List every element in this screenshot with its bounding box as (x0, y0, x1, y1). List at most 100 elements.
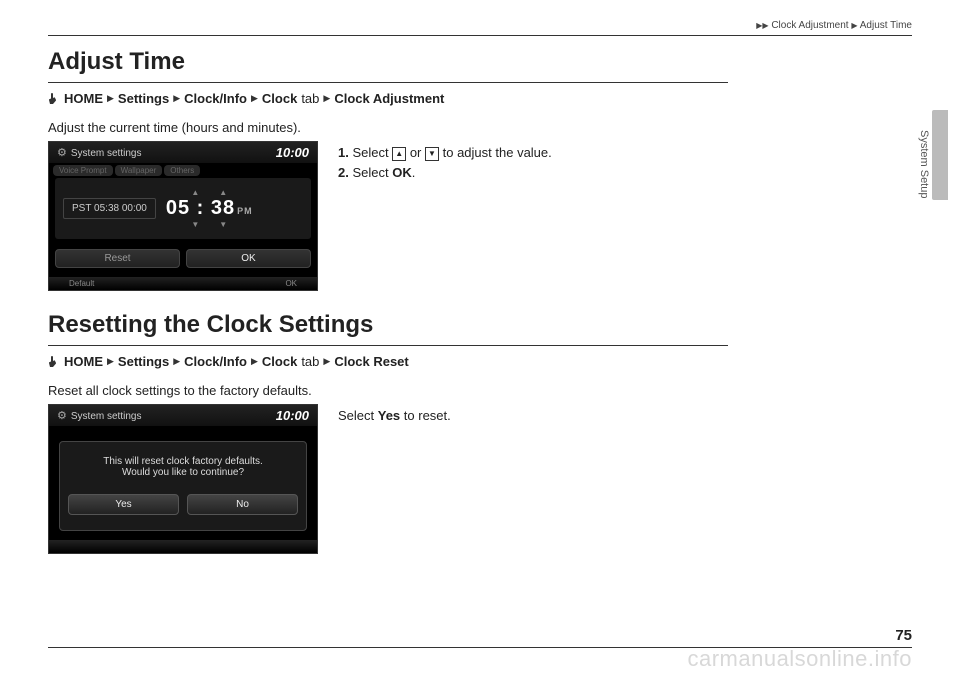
chevron-right-icon: ▶ (323, 356, 330, 367)
step-text: Select (352, 145, 392, 160)
chevron-right-icon: ▶ (107, 93, 114, 104)
side-label: System Setup (918, 130, 930, 198)
ss-tab: Voice Prompt (53, 165, 113, 176)
nav-clock: Clock (262, 354, 297, 369)
ss-tab: Wallpaper (115, 165, 163, 176)
ss-tabs: Voice Prompt Wallpaper Others (49, 163, 317, 178)
ss-bottom-buttons: Reset OK (55, 249, 311, 268)
step-2: 2. Select OK. (338, 165, 552, 180)
triangle-down-icon: ▼ (219, 220, 227, 229)
step-yes: Yes (378, 408, 400, 423)
touch-icon (48, 355, 60, 369)
ss-header-clock: 10:00 (276, 408, 309, 423)
nav-settings: Settings (118, 91, 169, 106)
side-tab (932, 110, 948, 200)
ss-dialog: This will reset clock factory defaults. … (59, 441, 307, 531)
chevron-right-icon: ▶ (762, 21, 768, 30)
ss-body: PST 05:38 00:00 ▲▲ 05 : 38PM ▼▼ (55, 178, 311, 239)
step-text: to reset. (400, 408, 451, 423)
watermark: carmanualsonline.info (687, 646, 912, 672)
ss-pst-box: PST 05:38 00:00 (63, 198, 156, 219)
nav-clockinfo: Clock/Info (184, 354, 247, 369)
gear-icon: ⚙ (57, 410, 67, 422)
nav-settings: Settings (118, 354, 169, 369)
nav-home: HOME (64, 354, 103, 369)
breadcrumb-item: Adjust Time (860, 20, 912, 31)
breadcrumb: ▶▶ Clock Adjustment ▶ Adjust Time (48, 20, 912, 31)
ss-no-button: No (187, 494, 298, 515)
ss-header-label: System settings (71, 148, 142, 159)
ss-dialog-line1: This will reset clock factory defaults. (68, 456, 298, 467)
section-title-reset-clock: Resetting the Clock Settings (48, 311, 912, 339)
ss-tab: Others (164, 165, 200, 176)
chevron-right-icon: ▶ (251, 93, 258, 104)
section2-description: Reset all clock settings to the factory … (48, 383, 912, 398)
chevron-right-icon: ▶ (251, 356, 258, 367)
ss-dialog-buttons: Yes No (68, 494, 298, 515)
ss-timebox: ▲▲ 05 : 38PM ▼▼ (166, 188, 253, 229)
step-text: . (412, 165, 416, 180)
section-title-adjust-time: Adjust Time (48, 48, 912, 76)
steps-reset-clock: Select Yes to reset. (338, 404, 451, 427)
ss-dialog-line2: Would you like to continue? (68, 467, 298, 478)
ss-ok-button: OK (186, 249, 311, 268)
ss-footer (49, 540, 317, 553)
ss-footer-blank (69, 542, 71, 551)
content-row-1: ⚙ System settings 10:00 Voice Prompt Wall… (48, 141, 912, 291)
ss-header-label: System settings (71, 411, 142, 422)
ss-header: ⚙ System settings 10:00 (49, 142, 317, 163)
section1-description: Adjust the current time (hours and minut… (48, 120, 912, 135)
ss-footer-left: Default (69, 279, 94, 288)
step-number: 1. (338, 145, 349, 160)
nav-path-reset-clock: HOME ▶ Settings ▶ Clock/Info ▶ Clock tab… (48, 354, 912, 369)
nav-path-adjust-time: HOME ▶ Settings ▶ Clock/Info ▶ Clock tab… (48, 91, 912, 106)
triangle-down-icon: ▼ (191, 220, 199, 229)
ss-time-value: 05 : 38 (166, 197, 235, 219)
nav-clock-adjustment: Clock Adjustment (334, 91, 444, 106)
content-row-2: ⚙ System settings 10:00 This will reset c… (48, 404, 912, 554)
ss-time: 05 : 38PM (166, 197, 253, 220)
ss-pm: PM (237, 206, 253, 216)
page-number: 75 (895, 627, 912, 644)
ss-reset-button: Reset (55, 249, 180, 268)
divider (48, 35, 912, 36)
triangle-up-icon: ▲ (219, 188, 227, 197)
step-1: 1. Select ▲ or ▼ to adjust the value. (338, 145, 552, 161)
step-ok: OK (392, 165, 412, 180)
nav-clockinfo: Clock/Info (184, 91, 247, 106)
chevron-right-icon: ▶ (107, 356, 114, 367)
ss-header-clock: 10:00 (276, 145, 309, 160)
gear-icon: ⚙ (57, 147, 67, 159)
step-text: Select (352, 165, 392, 180)
nav-tab-word: tab (301, 354, 319, 369)
up-key-icon: ▲ (392, 147, 406, 161)
step-text: to adjust the value. (439, 145, 552, 160)
nav-clock: Clock (262, 91, 297, 106)
nav-clock-reset: Clock Reset (334, 354, 408, 369)
ss-down-arrows: ▼▼ (166, 220, 253, 229)
ss-footer: Default OK (49, 277, 317, 290)
screenshot-reset-clock: ⚙ System settings 10:00 This will reset c… (48, 404, 318, 554)
page: ▶ ▶ Clock Adjustment ▶ Adjust Time Adjust… (0, 0, 960, 678)
ss-yes-button: Yes (68, 494, 179, 515)
step-text: or (406, 145, 425, 160)
step-number: 2. (338, 165, 349, 180)
ss-footer-right: OK (285, 279, 297, 288)
divider (48, 82, 728, 83)
chevron-right-icon: ▶ (323, 93, 330, 104)
breadcrumb-item: Clock Adjustment (771, 20, 848, 31)
step-text: Select (338, 408, 378, 423)
triangle-up-icon: ▲ (191, 188, 199, 197)
nav-tab-word: tab (301, 91, 319, 106)
touch-icon (48, 92, 60, 106)
screenshot-adjust-time: ⚙ System settings 10:00 Voice Prompt Wall… (48, 141, 318, 291)
steps-adjust-time: 1. Select ▲ or ▼ to adjust the value. 2.… (338, 141, 552, 184)
chevron-right-icon: ▶ (851, 21, 857, 30)
chevron-right-icon: ▶ (173, 93, 180, 104)
ss-footer-blank (295, 542, 297, 551)
chevron-right-icon: ▶ (173, 356, 180, 367)
ss-header: ⚙ System settings 10:00 (49, 405, 317, 426)
nav-home: HOME (64, 91, 103, 106)
ss-up-arrows: ▲▲ (166, 188, 253, 197)
divider (48, 345, 728, 346)
